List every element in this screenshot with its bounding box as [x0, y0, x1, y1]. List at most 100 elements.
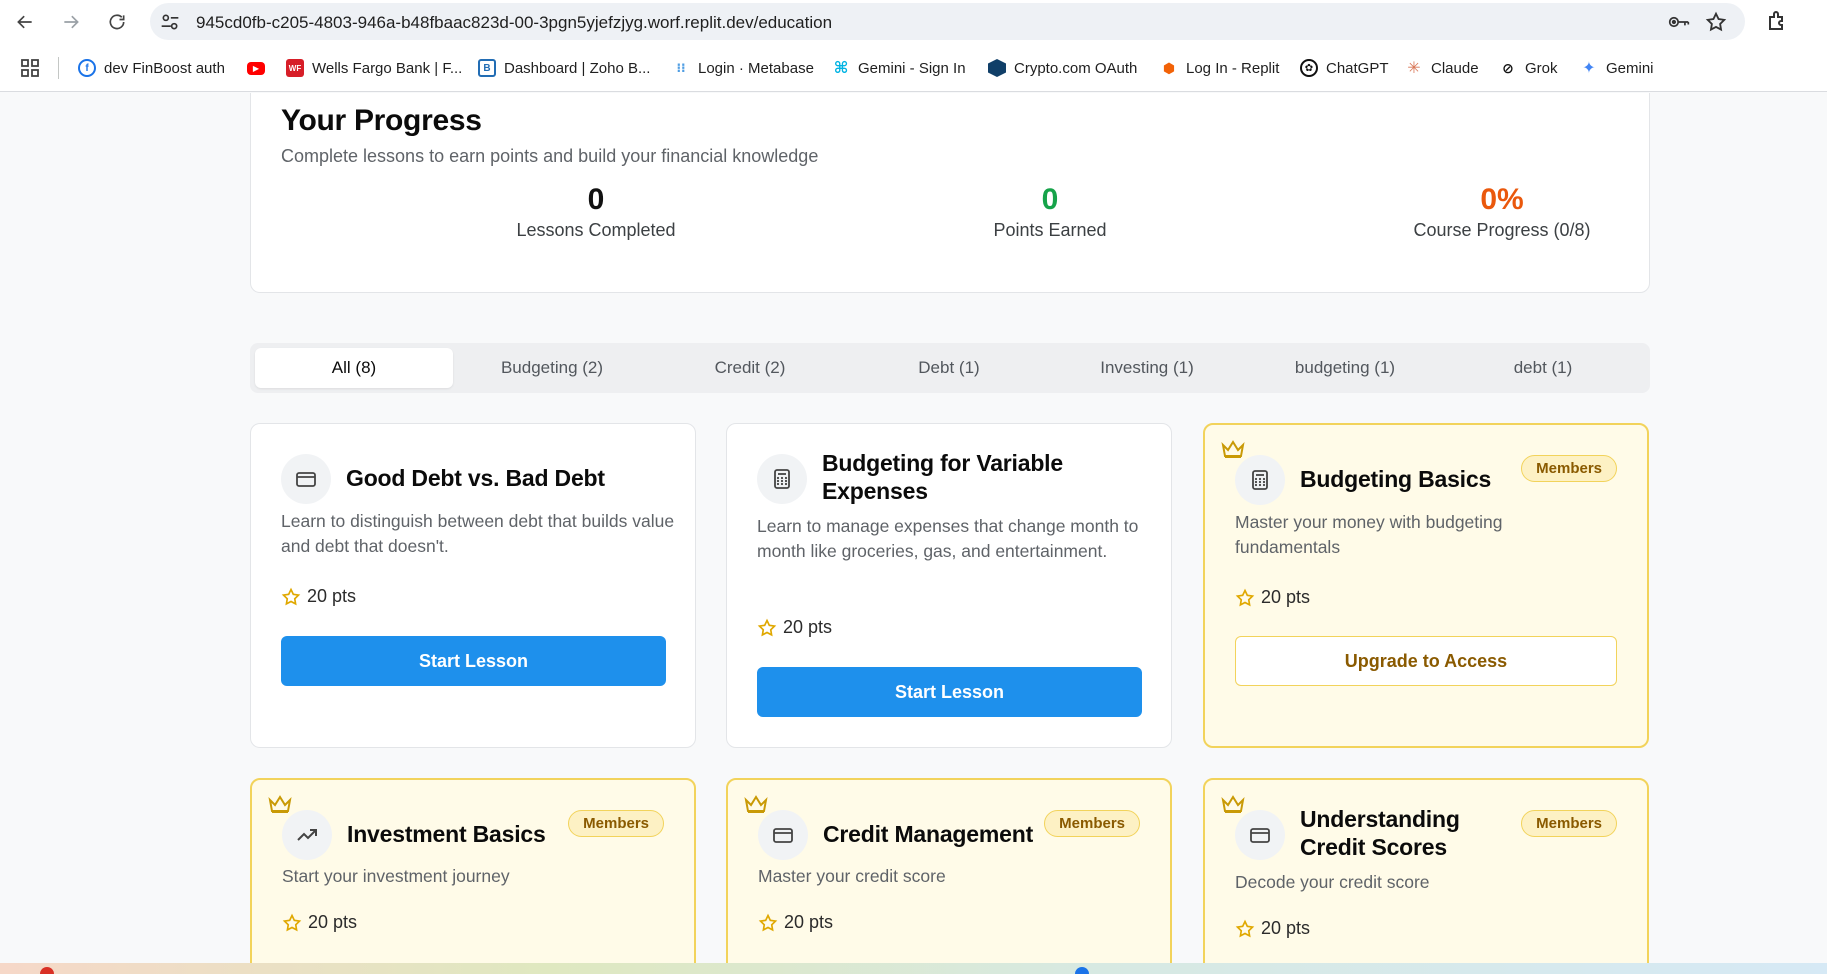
members-badge: Members: [1044, 810, 1140, 837]
password-key-icon[interactable]: [1668, 12, 1690, 32]
lesson-points: 20 pts: [281, 586, 356, 607]
star-icon: [757, 618, 777, 636]
credit-card-icon: [773, 828, 793, 843]
arrow-right-icon: [64, 15, 79, 29]
apps-grid-icon[interactable]: [20, 58, 40, 78]
points-label: 20 pts: [784, 912, 834, 932]
lesson-card[interactable]: Budgeting for Variable Expenses Learn to…: [726, 423, 1172, 748]
tab-debt-lower[interactable]: debt (1): [1444, 348, 1642, 388]
lesson-icon: [1235, 455, 1285, 505]
zoho-icon: B: [478, 59, 496, 77]
members-badge: Members: [1521, 810, 1617, 837]
crown-icon: [1221, 795, 1245, 813]
lesson-icon: [282, 810, 332, 860]
stat-label: Course Progress (0/8): [1413, 220, 1591, 240]
bookmark-star-icon[interactable]: [1705, 11, 1727, 33]
bookmark-metabase[interactable]: ⁝⁝ Login · Metabase: [672, 56, 814, 80]
start-lesson-button[interactable]: Start Lesson: [757, 667, 1142, 717]
points-label: 20 pts: [783, 617, 833, 637]
lesson-description: Decode your credit score: [1235, 872, 1430, 892]
bookmark-label: Gemini - Sign In: [858, 59, 966, 77]
bookmark-chatgpt[interactable]: ✿ ChatGPT: [1300, 56, 1389, 80]
stat-lessons-completed: 0 Lessons Completed: [446, 182, 746, 241]
tab-investing[interactable]: Investing (1): [1048, 348, 1246, 388]
lesson-description: Learn to manage expenses that change mon…: [757, 516, 1139, 561]
points-label: 20 pts: [307, 586, 357, 606]
bookmark-replit[interactable]: ⬢ Log In - Replit: [1160, 56, 1279, 80]
lesson-card-premium[interactable]: Investment Basics Members Start your inv…: [250, 778, 696, 963]
star-icon: [1235, 588, 1255, 606]
bookmark-claude[interactable]: ✳ Claude: [1405, 56, 1479, 80]
bookmark-crypto[interactable]: Crypto.com OAuth: [988, 56, 1137, 80]
lesson-points: 20 pts: [757, 617, 832, 638]
lesson-card-premium[interactable]: Budgeting Basics Members Master your mon…: [1203, 423, 1649, 748]
claude-icon: ✳: [1405, 59, 1423, 77]
crown-icon: [268, 795, 292, 813]
lesson-card-premium[interactable]: Understanding Credit Scores Members Deco…: [1203, 778, 1649, 963]
reload-button[interactable]: [102, 7, 132, 37]
crown-icon: [744, 795, 768, 813]
credit-card-icon: [296, 472, 316, 487]
stat-course-progress: 0% Course Progress (0/8): [1352, 182, 1652, 241]
bookmark-zoho[interactable]: B Dashboard | Zoho B...: [478, 56, 650, 80]
lesson-icon: [281, 454, 331, 504]
lesson-icon: [1235, 810, 1285, 860]
lesson-icon: [757, 454, 807, 504]
bookmark-finboost[interactable]: f dev FinBoost auth: [78, 56, 225, 80]
start-lesson-button[interactable]: Start Lesson: [281, 636, 666, 686]
calculator-icon: [774, 469, 790, 489]
stat-points-earned: 0 Points Earned: [900, 182, 1200, 241]
bookmark-label: dev FinBoost auth: [104, 59, 225, 77]
tab-all[interactable]: All (8): [255, 348, 453, 388]
crypto-icon: [988, 59, 1006, 77]
points-label: 20 pts: [1261, 918, 1311, 938]
lesson-description: Master your money with budgeting fundame…: [1235, 512, 1503, 557]
points-label: 20 pts: [1261, 587, 1311, 607]
lesson-icon: [758, 810, 808, 860]
url-text[interactable]: 945cd0fb-c205-4803-946a-b48fbaac823d-00-…: [196, 13, 832, 33]
stat-value: 0%: [1480, 183, 1524, 216]
lesson-title: Investment Basics: [347, 821, 546, 847]
bookmark-grok[interactable]: ⊘ Grok: [1499, 56, 1558, 80]
category-tabs: All (8) Budgeting (2) Credit (2) Debt (1…: [250, 343, 1650, 393]
back-button[interactable]: [10, 7, 40, 37]
bookmark-label: Login · Metabase: [698, 59, 814, 77]
wells-fargo-icon: WF: [286, 59, 304, 77]
bookmark-label: Log In - Replit: [1186, 59, 1280, 77]
grok-icon: ⊘: [1499, 59, 1517, 77]
upgrade-to-access-button[interactable]: Upgrade to Access: [1235, 636, 1617, 686]
extensions-icon[interactable]: [1766, 9, 1790, 33]
trending-up-icon: [297, 829, 317, 841]
tab-credit[interactable]: Credit (2): [651, 348, 849, 388]
progress-title: Your Progress: [281, 104, 482, 137]
lesson-title: Understanding Credit Scores: [1300, 806, 1460, 860]
stat-label: Points Earned: [993, 220, 1107, 240]
bookmark-wells-fargo[interactable]: WF Wells Fargo Bank | F...: [286, 56, 462, 80]
finboost-icon: f: [78, 59, 96, 77]
forward-button[interactable]: [56, 7, 86, 37]
tab-budgeting-lower[interactable]: budgeting (1): [1246, 348, 1444, 388]
members-badge: Members: [568, 810, 664, 837]
bookmark-label: Claude: [1431, 59, 1479, 77]
tab-budgeting[interactable]: Budgeting (2): [453, 348, 651, 388]
chatgpt-icon: ✿: [1300, 59, 1318, 77]
lesson-points: 20 pts: [1235, 587, 1310, 608]
arrow-left-icon: [17, 15, 32, 29]
address-bar[interactable]: 945cd0fb-c205-4803-946a-b48fbaac823d-00-…: [150, 3, 1745, 40]
calculator-icon: [1252, 470, 1268, 490]
site-settings-icon[interactable]: [160, 12, 180, 32]
progress-subtitle: Complete lessons to earn points and buil…: [281, 146, 819, 166]
tab-debt[interactable]: Debt (1): [850, 348, 1048, 388]
lesson-card[interactable]: Good Debt vs. Bad Debt Learn to distingu…: [250, 423, 696, 748]
bookmark-youtube[interactable]: ▶: [247, 56, 265, 80]
taskbar-app-icon[interactable]: [40, 967, 54, 974]
star-icon: [281, 587, 301, 605]
bookmark-label: Gemini: [1606, 59, 1654, 77]
bookmark-label: Dashboard | Zoho B...: [504, 59, 651, 77]
bookmarks-divider: [58, 57, 59, 79]
taskbar-app-icon[interactable]: [1075, 967, 1089, 974]
bookmark-gemini[interactable]: ✦ Gemini: [1580, 56, 1654, 80]
lesson-card-premium[interactable]: Credit Management Members Master your cr…: [726, 778, 1172, 963]
star-icon: [1235, 919, 1255, 937]
bookmark-gemini-signin[interactable]: ⌘ Gemini - Sign In: [832, 56, 966, 80]
